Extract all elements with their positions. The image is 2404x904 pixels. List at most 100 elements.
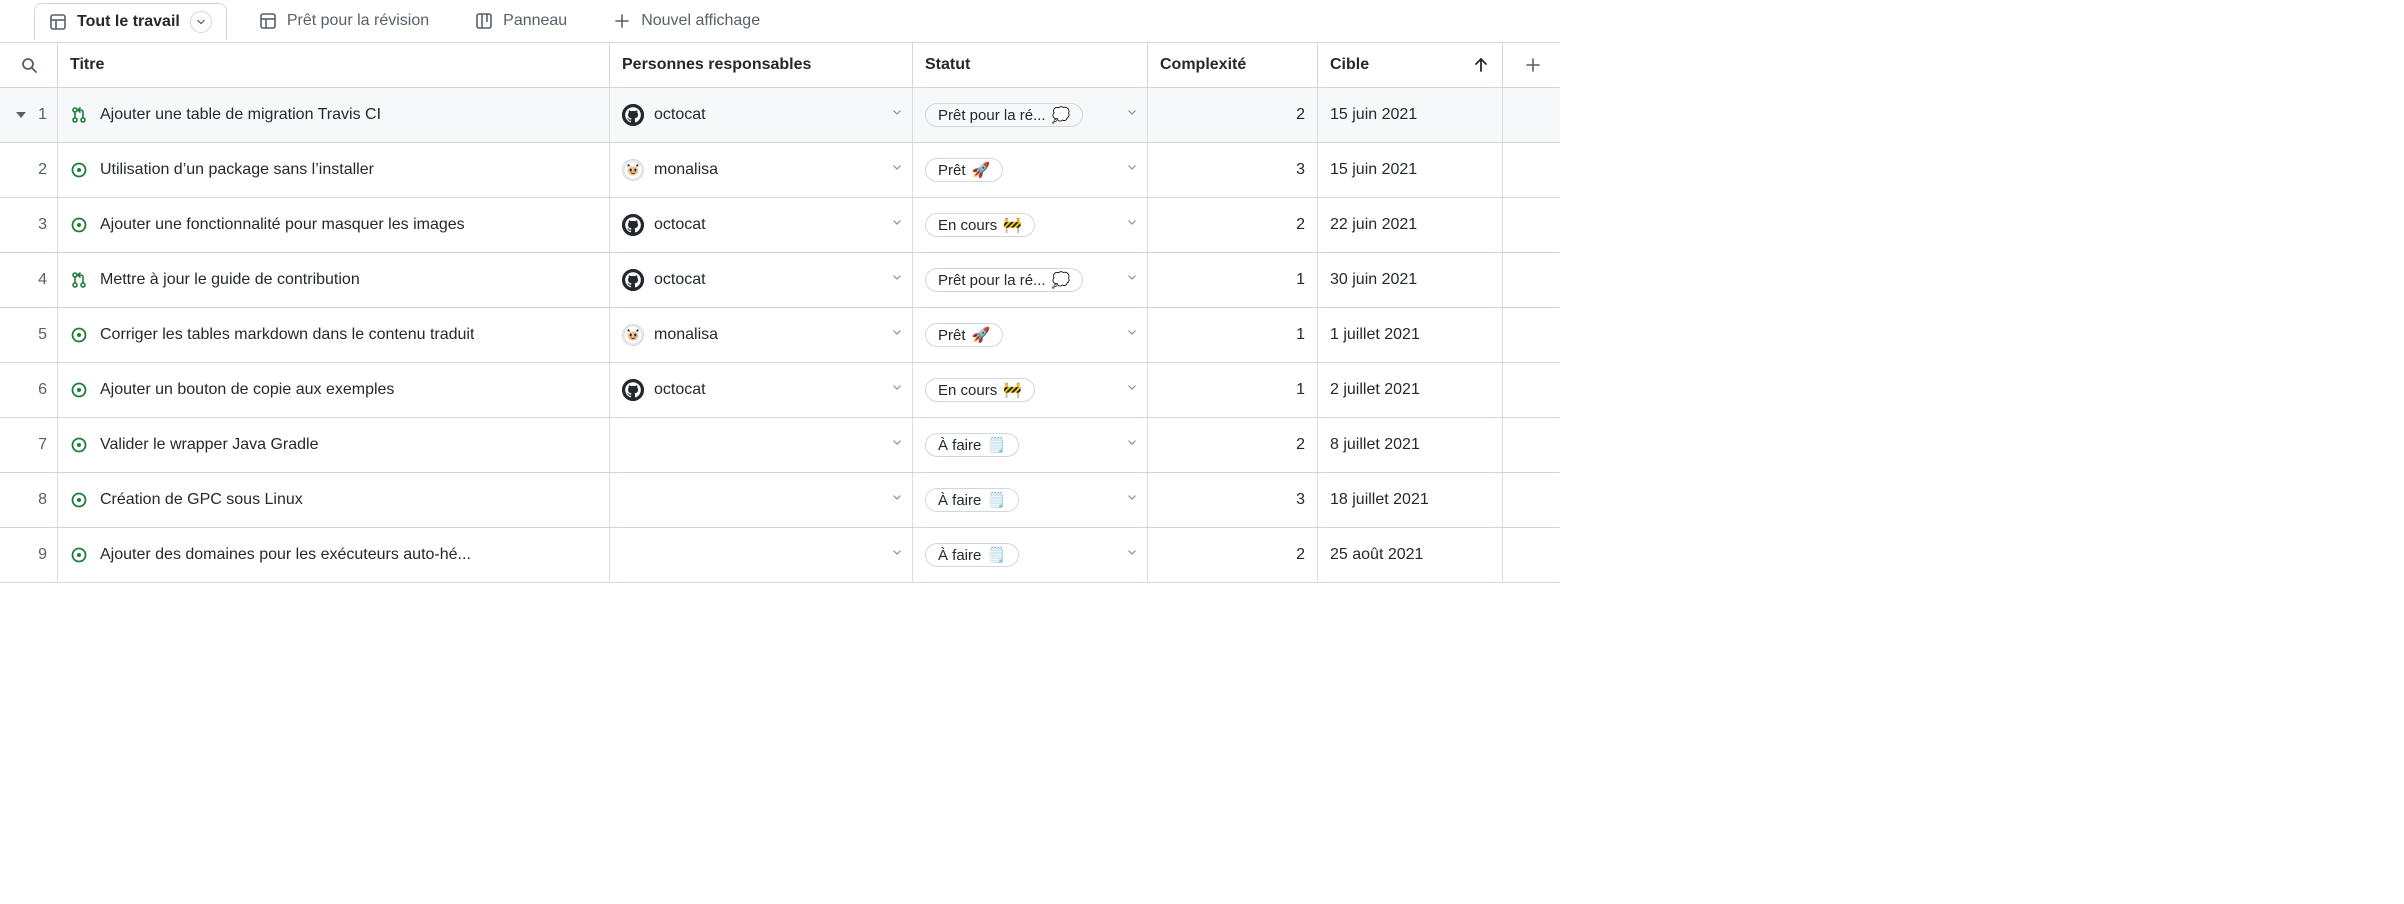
assignee-cell[interactable]: octocat bbox=[610, 88, 913, 142]
tab-board[interactable]: Panneau bbox=[461, 5, 581, 37]
assignee-cell[interactable]: monalisa bbox=[610, 308, 913, 362]
status-cell[interactable]: À faire🗒️ bbox=[913, 528, 1148, 582]
target-cell[interactable]: 22 juin 2021 bbox=[1318, 198, 1503, 252]
assignee-cell[interactable]: monalisa bbox=[610, 143, 913, 197]
table-row[interactable]: 4Mettre à jour le guide de contributiono… bbox=[0, 253, 1560, 308]
chevron-down-icon[interactable] bbox=[890, 216, 904, 235]
table-row[interactable]: 8Création de GPC sous LinuxÀ faire🗒️318 … bbox=[0, 473, 1560, 528]
table-row[interactable]: 5Corriger les tables markdown dans le co… bbox=[0, 308, 1560, 363]
target-cell[interactable]: 15 juin 2021 bbox=[1318, 88, 1503, 142]
tab-label: Prêt pour la révision bbox=[287, 12, 429, 30]
chevron-down-icon[interactable] bbox=[1125, 436, 1139, 455]
title-cell[interactable]: Ajouter une table de migration Travis CI bbox=[58, 88, 610, 142]
chevron-down-icon[interactable] bbox=[1125, 161, 1139, 180]
complexity-cell[interactable]: 1 bbox=[1148, 308, 1318, 362]
status-label: En cours bbox=[938, 382, 997, 399]
assignee-cell[interactable] bbox=[610, 473, 913, 527]
target-cell[interactable]: 8 juillet 2021 bbox=[1318, 418, 1503, 472]
column-header-complexity[interactable]: Complexité bbox=[1148, 43, 1318, 87]
column-header-target[interactable]: Cible bbox=[1318, 43, 1503, 87]
status-emoji: 💭 bbox=[1052, 271, 1071, 289]
title-cell[interactable]: Ajouter un bouton de copie aux exemples bbox=[58, 363, 610, 417]
status-cell[interactable]: Prêt pour la ré...💭 bbox=[913, 253, 1148, 307]
status-label: Prêt pour la ré... bbox=[938, 107, 1046, 124]
chevron-down-icon[interactable] bbox=[890, 381, 904, 400]
title-cell[interactable]: Ajouter des domaines pour les exécuteurs… bbox=[58, 528, 610, 582]
tab-all-work[interactable]: Tout le travail bbox=[34, 3, 227, 40]
complexity-cell[interactable]: 1 bbox=[1148, 363, 1318, 417]
search-button[interactable] bbox=[0, 43, 58, 87]
status-cell[interactable]: Prêt🚀 bbox=[913, 143, 1148, 197]
target-cell[interactable]: 30 juin 2021 bbox=[1318, 253, 1503, 307]
table-row[interactable]: 2Utilisation d’un package sans l’install… bbox=[0, 143, 1560, 198]
chevron-down-icon[interactable] bbox=[1125, 216, 1139, 235]
assignee-cell[interactable]: octocat bbox=[610, 198, 913, 252]
issue-open-icon bbox=[70, 491, 88, 509]
chevron-down-icon[interactable] bbox=[1125, 381, 1139, 400]
chevron-down-icon[interactable] bbox=[890, 436, 904, 455]
chevron-down-icon[interactable] bbox=[890, 546, 904, 565]
assignee-cell[interactable]: octocat bbox=[610, 363, 913, 417]
target-date: 30 juin 2021 bbox=[1330, 271, 1417, 289]
title-cell[interactable]: Corriger les tables markdown dans le con… bbox=[58, 308, 610, 362]
title-cell[interactable]: Valider le wrapper Java Gradle bbox=[58, 418, 610, 472]
row-number: 9 bbox=[0, 528, 58, 582]
status-cell[interactable]: Prêt🚀 bbox=[913, 308, 1148, 362]
status-cell[interactable]: En cours🚧 bbox=[913, 198, 1148, 252]
add-column-button[interactable] bbox=[1503, 43, 1563, 87]
chevron-down-icon[interactable] bbox=[1125, 491, 1139, 510]
status-cell[interactable]: Prêt pour la ré...💭 bbox=[913, 88, 1148, 142]
complexity-value: 3 bbox=[1296, 491, 1305, 509]
tab-ready-for-review[interactable]: Prêt pour la révision bbox=[245, 5, 443, 37]
chevron-down-icon[interactable] bbox=[890, 271, 904, 290]
complexity-cell[interactable]: 3 bbox=[1148, 473, 1318, 527]
title-cell[interactable]: Utilisation d’un package sans l’installe… bbox=[58, 143, 610, 197]
column-header-title[interactable]: Titre bbox=[58, 43, 610, 87]
column-header-assignee[interactable]: Personnes responsables bbox=[610, 43, 913, 87]
new-view-button[interactable]: Nouvel affichage bbox=[599, 5, 774, 37]
status-cell[interactable]: À faire🗒️ bbox=[913, 418, 1148, 472]
assignee-cell[interactable] bbox=[610, 528, 913, 582]
target-cell[interactable]: 18 juillet 2021 bbox=[1318, 473, 1503, 527]
issue-open-icon bbox=[70, 161, 88, 179]
table-row[interactable]: 3Ajouter une fonctionnalité pour masquer… bbox=[0, 198, 1560, 253]
target-cell[interactable]: 15 juin 2021 bbox=[1318, 143, 1503, 197]
chevron-down-icon[interactable] bbox=[890, 491, 904, 510]
table-row[interactable]: 1Ajouter une table de migration Travis C… bbox=[0, 88, 1560, 143]
chevron-down-icon[interactable] bbox=[1125, 271, 1139, 290]
table-row[interactable]: 9Ajouter des domaines pour les exécuteur… bbox=[0, 528, 1560, 583]
chevron-down-icon[interactable] bbox=[1125, 546, 1139, 565]
sort-asc-icon bbox=[1472, 56, 1490, 74]
complexity-cell[interactable]: 1 bbox=[1148, 253, 1318, 307]
assignee-cell[interactable] bbox=[610, 418, 913, 472]
complexity-cell[interactable]: 2 bbox=[1148, 528, 1318, 582]
chevron-down-icon[interactable] bbox=[1125, 326, 1139, 345]
chevron-down-icon[interactable] bbox=[890, 161, 904, 180]
assignee-cell[interactable]: octocat bbox=[610, 253, 913, 307]
status-pill: En cours🚧 bbox=[925, 213, 1035, 237]
chevron-down-icon[interactable] bbox=[890, 326, 904, 345]
complexity-cell[interactable]: 3 bbox=[1148, 143, 1318, 197]
table-row[interactable]: 7Valider le wrapper Java GradleÀ faire🗒️… bbox=[0, 418, 1560, 473]
status-cell[interactable]: À faire🗒️ bbox=[913, 473, 1148, 527]
target-cell[interactable]: 25 août 2021 bbox=[1318, 528, 1503, 582]
status-label: Prêt bbox=[938, 327, 966, 344]
status-pill: Prêt🚀 bbox=[925, 158, 1003, 182]
tab-options-button[interactable] bbox=[190, 11, 212, 33]
title-cell[interactable]: Création de GPC sous Linux bbox=[58, 473, 610, 527]
complexity-cell[interactable]: 2 bbox=[1148, 418, 1318, 472]
title-cell[interactable]: Ajouter une fonctionnalité pour masquer … bbox=[58, 198, 610, 252]
status-cell[interactable]: En cours🚧 bbox=[913, 363, 1148, 417]
column-header-status[interactable]: Statut bbox=[913, 43, 1148, 87]
chevron-down-icon[interactable] bbox=[1125, 106, 1139, 125]
status-pill: Prêt pour la ré...💭 bbox=[925, 103, 1083, 127]
trailing-cell bbox=[1503, 88, 1563, 142]
table-row[interactable]: 6Ajouter un bouton de copie aux exemples… bbox=[0, 363, 1560, 418]
chevron-down-icon[interactable] bbox=[890, 106, 904, 125]
complexity-cell[interactable]: 2 bbox=[1148, 198, 1318, 252]
complexity-cell[interactable]: 2 bbox=[1148, 88, 1318, 142]
title-cell[interactable]: Mettre à jour le guide de contribution bbox=[58, 253, 610, 307]
target-cell[interactable]: 1 juillet 2021 bbox=[1318, 308, 1503, 362]
target-date: 1 juillet 2021 bbox=[1330, 326, 1420, 344]
target-cell[interactable]: 2 juillet 2021 bbox=[1318, 363, 1503, 417]
